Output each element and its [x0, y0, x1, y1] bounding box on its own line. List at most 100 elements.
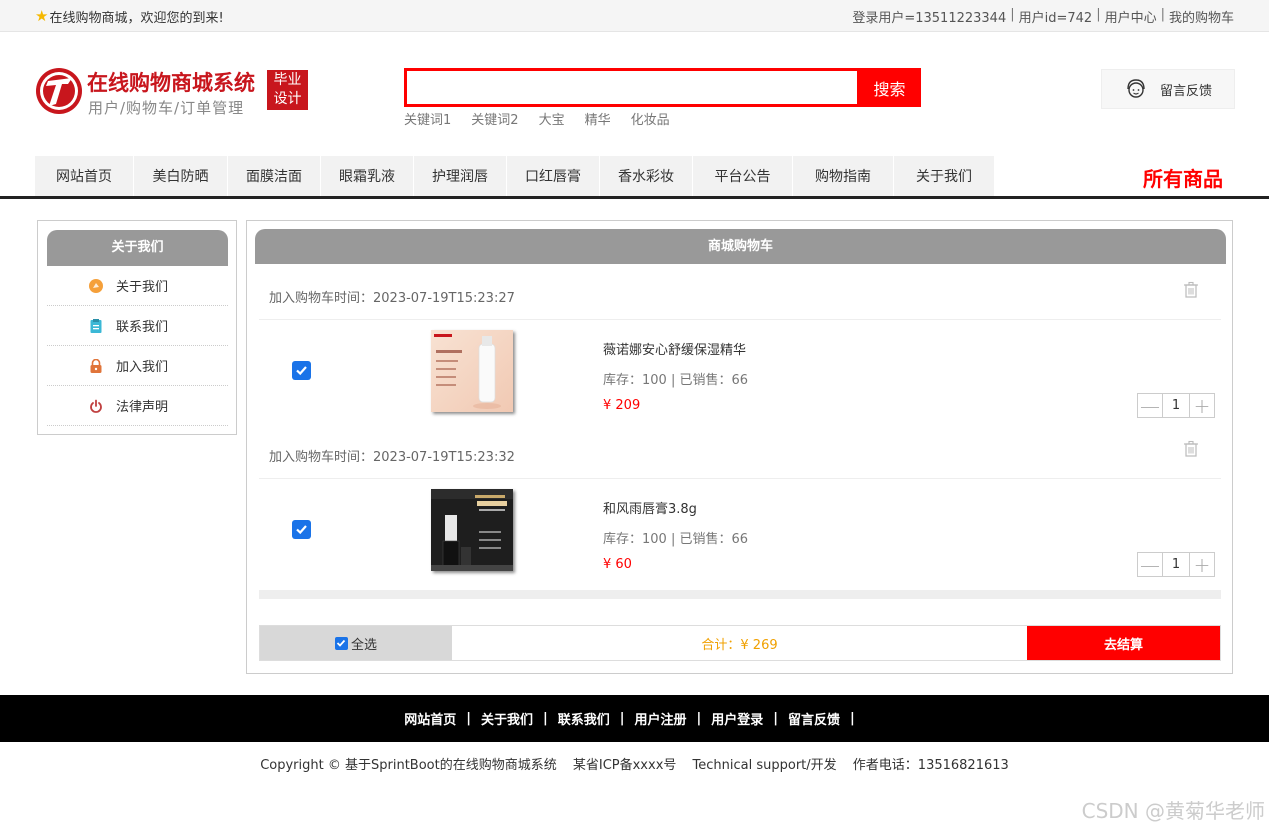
select-all-checkbox[interactable]: [334, 636, 348, 650]
product-stock: 库存：100 | 已销售：66: [603, 373, 748, 388]
quantity-value[interactable]: 1: [1162, 553, 1190, 576]
keyword-link[interactable]: 化妆品: [631, 109, 670, 128]
cart-panel: 商城购物车 加入购物车时间：2023-07-19T15:23:27 薇诺娜安心舒…: [246, 220, 1233, 674]
welcome-message: ★ 在线购物商城，欢迎您的到来!: [35, 7, 224, 27]
nav-item-guide[interactable]: 购物指南: [793, 156, 894, 196]
icp-text: 某省ICP备xxxx号: [572, 758, 677, 773]
minus-button[interactable]: —: [1138, 394, 1162, 418]
cart-item-time: 加入购物车时间：2023-07-19T15:23:27: [269, 291, 515, 306]
footer-link-register[interactable]: 用户注册: [635, 709, 687, 728]
footer-link-about[interactable]: 关于我们: [481, 709, 533, 728]
login-user: 登录用户=13511223344: [852, 11, 1007, 26]
user-center-link[interactable]: 用户中心: [1105, 7, 1157, 26]
trash-icon[interactable]: [1183, 281, 1199, 298]
star-icon: ★: [35, 7, 49, 25]
welcome-text: 在线购物商城，欢迎您的到来!: [49, 11, 224, 26]
item-checkbox[interactable]: [292, 361, 311, 380]
sidebar-item-join[interactable]: 加入我们: [47, 346, 228, 386]
plus-button[interactable]: +: [1190, 553, 1214, 577]
sidebar-item-legal[interactable]: 法律声明: [47, 386, 228, 426]
check-icon: [296, 525, 307, 535]
cart-divider-strip: [259, 590, 1221, 599]
quantity-stepper: — 1 +: [1137, 393, 1215, 418]
nav-item-home[interactable]: 网站首页: [35, 156, 134, 196]
keyword-link[interactable]: 关键词1: [404, 109, 451, 128]
trash-icon[interactable]: [1183, 440, 1199, 457]
sidebar-item-contact[interactable]: 联系我们: [47, 306, 228, 346]
sidebar-item-label: 关于我们: [116, 280, 169, 295]
power-icon: [89, 399, 103, 413]
user-links: 登录用户=13511223344 | 用户id=742 | 用户中心 | 我的购…: [852, 7, 1234, 26]
nav-item-mask[interactable]: 面膜洁面: [228, 156, 321, 196]
minus-button[interactable]: —: [1138, 553, 1162, 577]
cart-summary-bar: 全选 合计：¥ 269 去结算: [259, 625, 1221, 661]
search-button[interactable]: 搜索: [858, 68, 921, 107]
select-all-label: 全选: [350, 637, 377, 653]
lipstick-image: [431, 489, 513, 571]
cart-total: 合计：¥ 269: [452, 626, 1027, 660]
item-checkbox[interactable]: [292, 520, 311, 539]
nav-item-notice[interactable]: 平台公告: [693, 156, 793, 196]
copyright-bar: Copyright © 基于SprintBoot的在线购物商城系统 某省ICP备…: [0, 754, 1269, 773]
row-divider: [259, 319, 1221, 320]
footer-link-login[interactable]: 用户登录: [711, 709, 763, 728]
my-cart-link[interactable]: 我的购物车: [1169, 7, 1234, 26]
feedback-button[interactable]: 留言反馈: [1101, 69, 1235, 109]
sidebar-item-label: 加入我们: [116, 360, 169, 375]
nav-item-whitening[interactable]: 美白防晒: [134, 156, 228, 196]
sidebar-item-about[interactable]: 关于我们: [47, 266, 228, 306]
badge-line-2: 设计: [273, 91, 302, 107]
row-divider: [259, 478, 1221, 479]
product-image[interactable]: [431, 489, 513, 571]
product-name[interactable]: 和风雨唇膏3.8g: [603, 498, 697, 517]
search-box: [404, 68, 860, 107]
quantity-value[interactable]: 1: [1162, 394, 1190, 417]
lock-icon: [89, 358, 103, 373]
support-text: Technical support/开发: [692, 758, 837, 773]
plus-button[interactable]: +: [1190, 394, 1214, 418]
checkout-button[interactable]: 去结算: [1027, 626, 1220, 660]
nav-item-about[interactable]: 关于我们: [894, 156, 995, 196]
sidebar-item-label: 法律声明: [116, 400, 169, 415]
feedback-label: 留言反馈: [1160, 83, 1213, 99]
clipboard-icon: [89, 318, 103, 333]
check-icon: [337, 639, 346, 647]
nav-item-eye-cream[interactable]: 眼霜乳液: [321, 156, 414, 196]
user-id: 用户id=742: [1018, 11, 1093, 26]
nav-item-lipstick[interactable]: 口红唇膏: [507, 156, 600, 196]
graduation-badge: 毕业 设计: [267, 70, 308, 110]
phone-text: 作者电话：13516821613: [852, 758, 1009, 773]
cart-title: 商城购物车: [255, 229, 1226, 264]
hot-keywords: 关键词1 关键词2 大宝 精华 化妆品: [404, 109, 670, 128]
keyword-link[interactable]: 大宝: [539, 109, 565, 128]
nav-item-lip-care[interactable]: 护理润唇: [414, 156, 507, 196]
logo-icon[interactable]: [34, 66, 84, 116]
product-name[interactable]: 薇诺娜安心舒缓保湿精华: [603, 339, 746, 358]
top-bar: ★ 在线购物商城，欢迎您的到来! 登录用户=13511223344 | 用户id…: [0, 0, 1269, 32]
footer-link-home[interactable]: 网站首页: [404, 709, 456, 728]
main-nav: 网站首页 美白防晒 面膜洁面 眼霜乳液 护理润唇 口红唇膏 香水彩妆 平台公告 …: [35, 156, 995, 196]
search-input[interactable]: [407, 71, 857, 104]
product-image[interactable]: [431, 330, 513, 412]
nav-item-perfume[interactable]: 香水彩妆: [600, 156, 693, 196]
keyword-link[interactable]: 关键词2: [471, 109, 518, 128]
check-icon: [296, 366, 307, 376]
about-icon: [89, 278, 103, 293]
watermark: CSDN @黄菊华老师: [1081, 799, 1265, 823]
sidebar: 关于我们 关于我们 联系我们 加入我们 法律声明: [37, 220, 237, 435]
customer-service-icon: [1127, 79, 1145, 98]
nav-divider: [0, 196, 1269, 199]
sidebar-title: 关于我们: [47, 230, 228, 266]
footer-link-contact[interactable]: 联系我们: [558, 709, 610, 728]
copyright-text: Copyright © 基于SprintBoot的在线购物商城系统: [260, 758, 557, 773]
sidebar-item-label: 联系我们: [116, 320, 169, 335]
all-goods-link[interactable]: 所有商品: [1143, 163, 1223, 192]
select-all[interactable]: 全选: [260, 626, 452, 660]
footer-link-feedback[interactable]: 留言反馈: [788, 709, 840, 728]
site-title[interactable]: 在线购物商城系统: [87, 67, 255, 97]
serum-image: [431, 330, 513, 412]
product-price: ¥ 60: [603, 557, 632, 572]
keyword-link[interactable]: 精华: [585, 109, 611, 128]
site-subtitle: 用户/购物车/订单管理: [88, 99, 245, 117]
product-price: ¥ 209: [603, 398, 641, 413]
